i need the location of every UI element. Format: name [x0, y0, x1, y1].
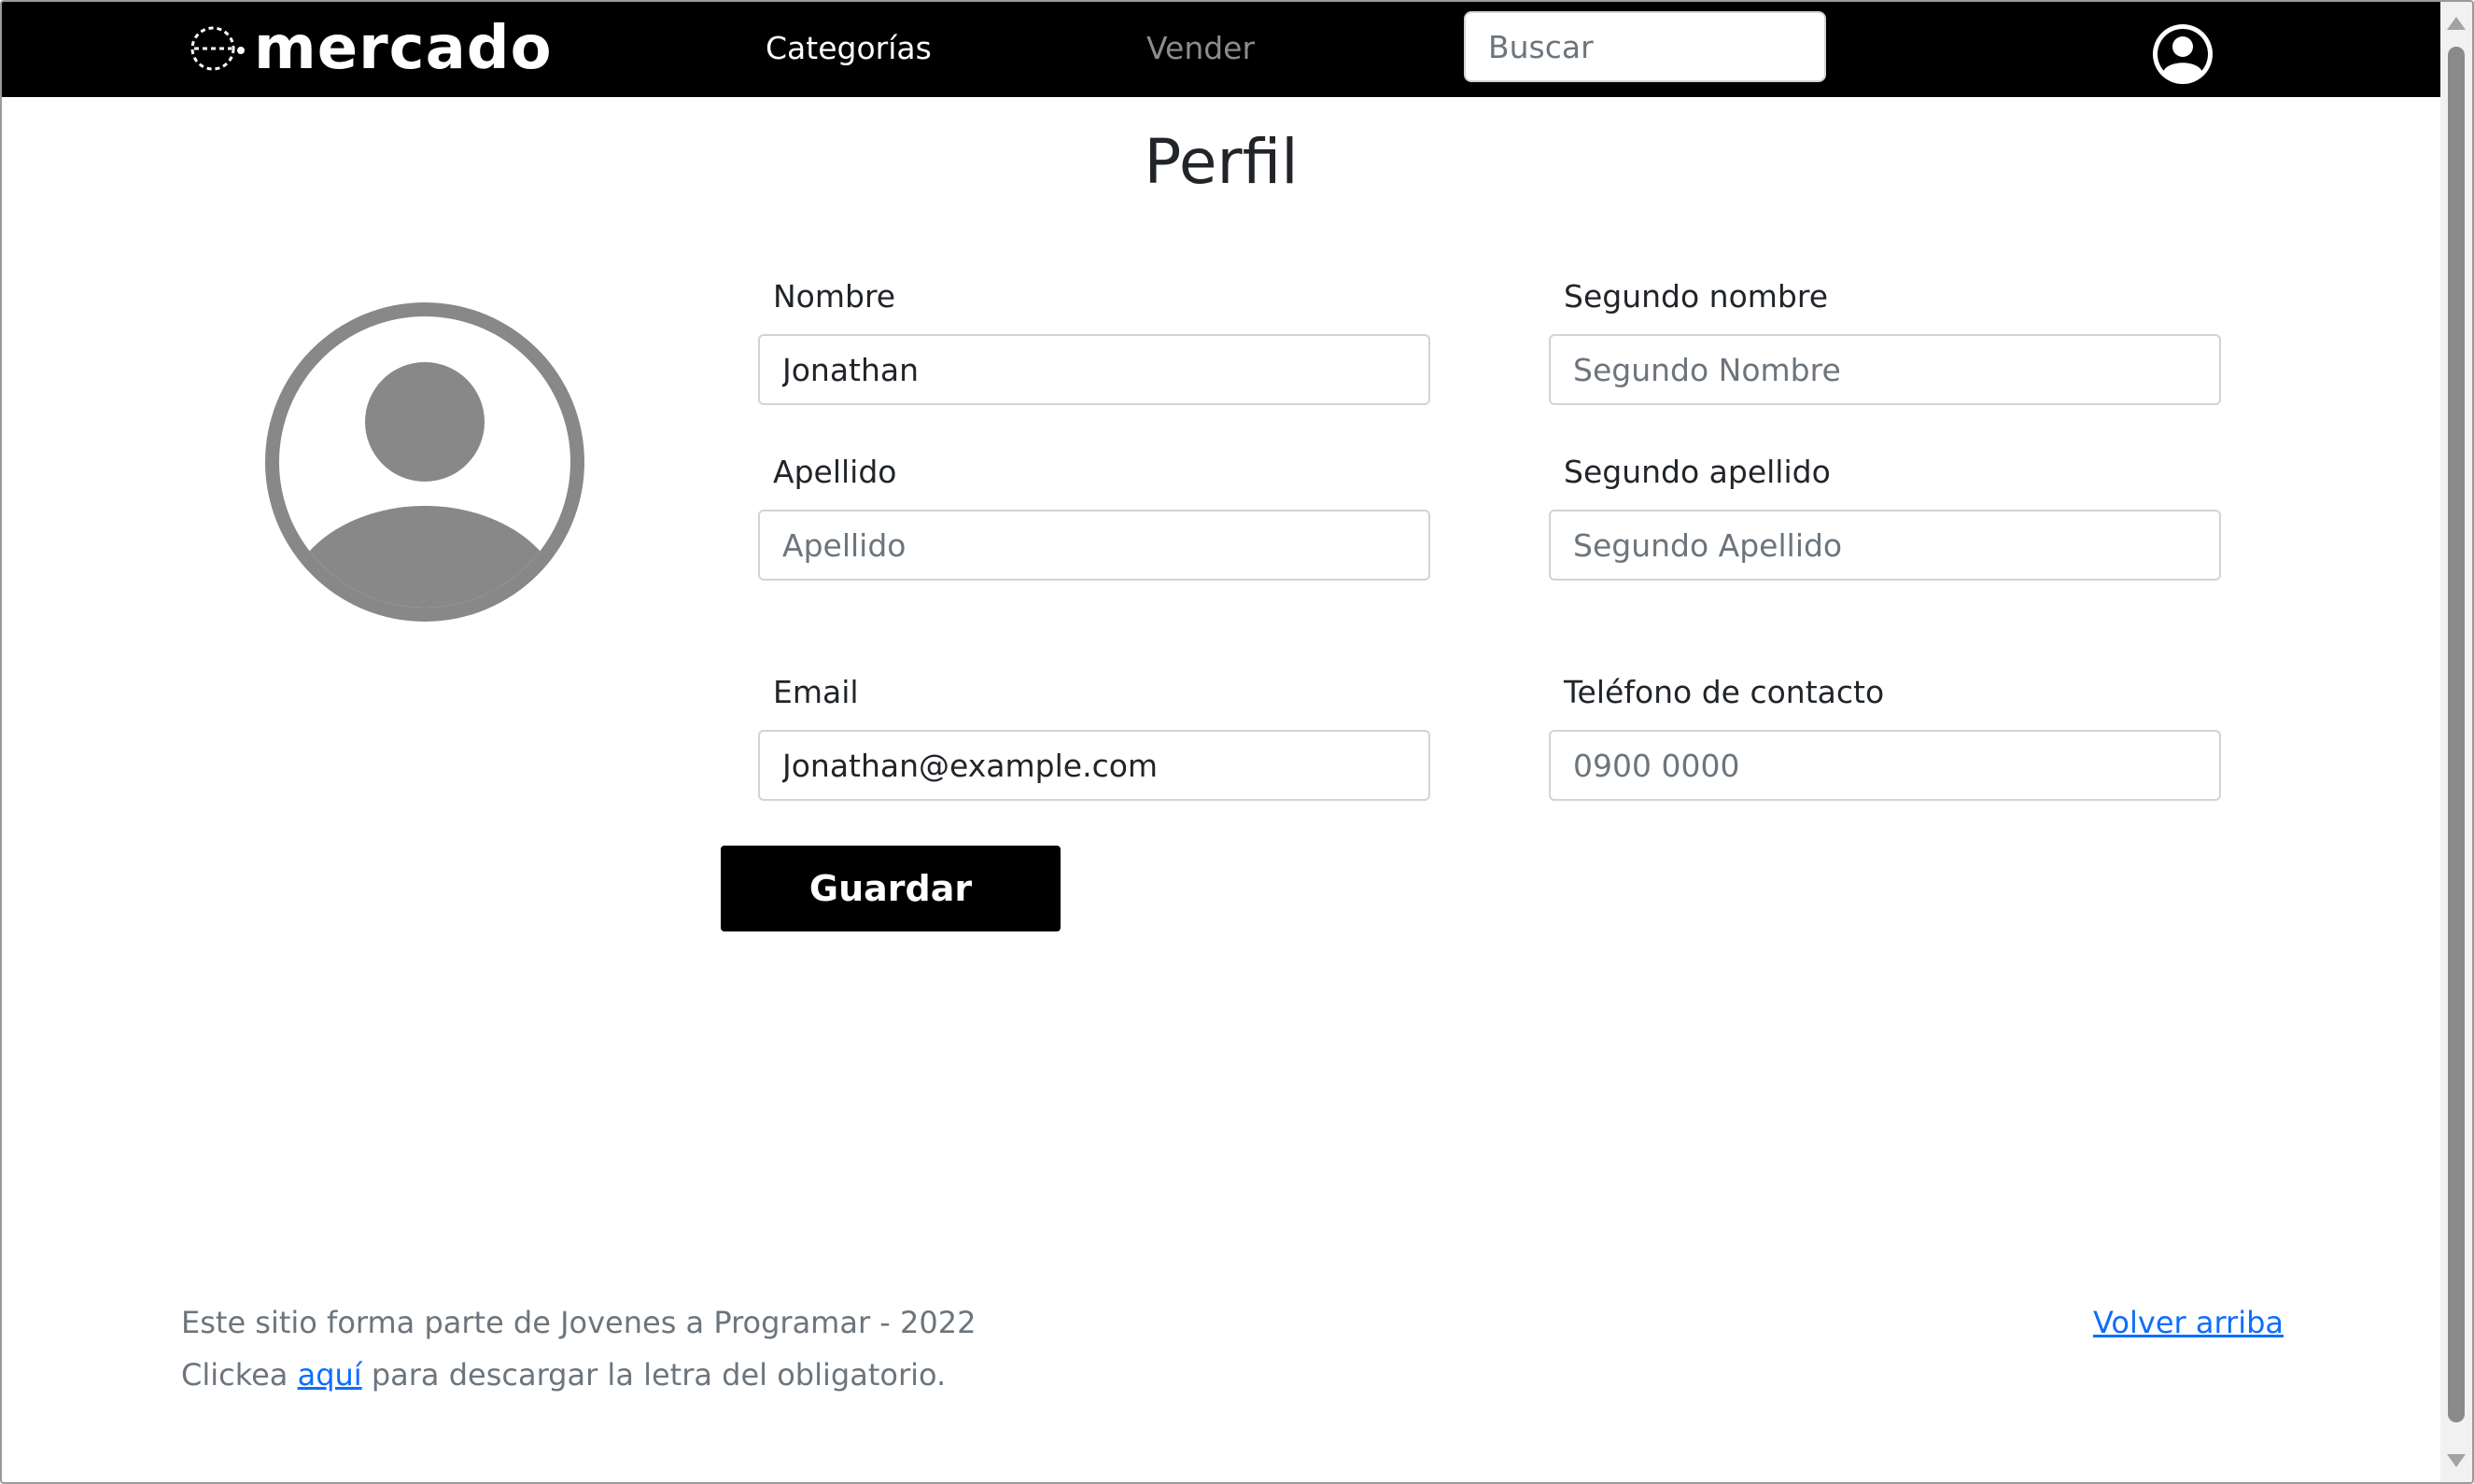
scrollbar-thumb[interactable]	[2448, 47, 2465, 1422]
browser-viewport: mercado Categorías Vender Perfil Nombre …	[0, 0, 2474, 1484]
footer-download-note: Clickea aquí para descargar la letra del…	[181, 1355, 946, 1394]
footer-download-prefix: Clickea	[181, 1357, 298, 1393]
footer-credit: Este sitio forma parte de Jovenes a Prog…	[181, 1305, 977, 1340]
nombre-input[interactable]	[758, 334, 1430, 405]
brand-name: mercado	[254, 14, 553, 83]
nav-link-vender[interactable]: Vender	[1146, 28, 1255, 69]
brand-logo-link[interactable]: mercado	[189, 15, 553, 82]
apellido-input[interactable]	[758, 510, 1430, 581]
segundo-apellido-input[interactable]	[1549, 510, 2221, 581]
download-link[interactable]: aquí	[298, 1357, 362, 1393]
search-input[interactable]	[1464, 11, 1826, 82]
nombre-label: Nombre	[773, 278, 896, 315]
telefono-label: Teléfono de contacto	[1564, 674, 1885, 710]
page-title: Perfil	[1144, 126, 1299, 198]
email-label: Email	[773, 674, 859, 710]
nav-link-categorias[interactable]: Categorías	[766, 28, 932, 69]
telefono-input[interactable]	[1549, 730, 2221, 801]
footer-download-suffix: para descargar la letra del obligatorio.	[361, 1357, 947, 1393]
top-navbar: mercado Categorías Vender	[2, 2, 2440, 97]
apellido-label: Apellido	[773, 454, 897, 490]
scroll-up-arrow-icon[interactable]	[2447, 17, 2466, 30]
segundo-apellido-label: Segundo apellido	[1564, 454, 1831, 490]
vertical-scrollbar[interactable]	[2440, 2, 2472, 1482]
email-input[interactable]	[758, 730, 1430, 801]
segundo-nombre-input[interactable]	[1549, 334, 2221, 405]
segundo-nombre-label: Segundo nombre	[1564, 278, 1828, 315]
dashed-circle-logo-icon	[190, 26, 245, 71]
scroll-down-arrow-icon[interactable]	[2447, 1454, 2466, 1467]
back-to-top-link[interactable]: Volver arriba	[2093, 1303, 2284, 1342]
user-circle-icon[interactable]	[2149, 21, 2216, 88]
save-button[interactable]: Guardar	[721, 846, 1061, 931]
person-avatar-icon	[265, 302, 584, 622]
